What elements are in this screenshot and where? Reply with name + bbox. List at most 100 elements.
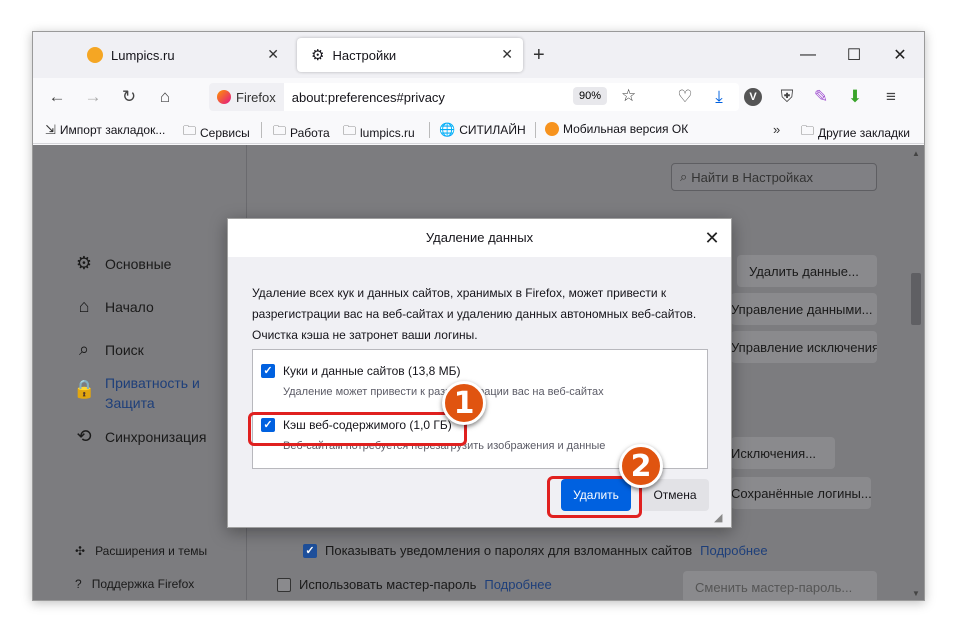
folder-icon: 🗀: [183, 123, 197, 138]
puzzle-icon: ✣: [75, 544, 86, 558]
sidebar-item-label: Синхронизация: [105, 428, 207, 445]
learn-more-link[interactable]: Подробнее: [484, 577, 551, 592]
maximize-icon[interactable]: ☐: [831, 42, 877, 68]
tab-lumpics[interactable]: Lumpics.ru ✕: [73, 38, 289, 72]
button-label: Отмена: [653, 488, 697, 502]
bookmark-citilink[interactable]: 🌐 СИТИЛАЙН: [439, 122, 526, 138]
cookies-option[interactable]: ✓ Куки и данные сайтов (13,8 МБ): [261, 364, 461, 378]
bookmark-folder-services[interactable]: 🗀 Сервисы: [183, 122, 250, 144]
menu-icon[interactable]: ≡: [877, 84, 905, 110]
sidebar-item-label: Расширения и темы: [95, 544, 208, 558]
sidebar-item-label: Защита: [105, 395, 155, 411]
description-line: разрегистрации вас на веб-сайтах и удале…: [252, 307, 697, 321]
categories-sidebar: ⚙ Основные ⌂ Начало ⌕ Поиск 🔒 Приватность и…: [33, 145, 247, 600]
shield-extension-icon[interactable]: ⛨: [773, 84, 801, 110]
button-label: Исключения...: [731, 445, 817, 461]
checkbox-label: Использовать мастер-пароль: [299, 577, 477, 592]
manage-exceptions-button[interactable]: Управление исключениями...: [731, 331, 877, 363]
highlight-cache-option: [248, 412, 467, 446]
feather-extension-icon[interactable]: ✎: [807, 84, 835, 110]
home-icon[interactable]: ⌂: [151, 84, 179, 110]
bookmark-folder-lumpics[interactable]: 🗀 lumpics.ru: [343, 122, 415, 144]
bookmark-import[interactable]: ⇲ Импорт закладок...: [45, 122, 165, 138]
sidebar-item-label: Основные: [105, 255, 172, 272]
bookmark-folder-work[interactable]: 🗀 Работа: [273, 122, 330, 144]
lumpics-favicon-icon: [87, 47, 103, 63]
button-label: Удалить данные...: [749, 263, 859, 279]
bookmark-label: Мобильная версия ОК: [563, 122, 689, 136]
dialog-title: Удаление данных: [425, 230, 534, 245]
url-bar[interactable]: Firefox about:preferences#privacy 90% ☆: [209, 83, 739, 111]
option-label: Куки и данные сайтов (13,8 МБ): [283, 364, 461, 378]
close-tab-icon[interactable]: ✕: [501, 46, 513, 63]
bookmark-separator: [429, 122, 430, 138]
bookmark-folder-other[interactable]: 🗀 Другие закладки: [801, 122, 910, 144]
change-master-password-button[interactable]: Сменить мастер-пароль...: [683, 571, 877, 600]
scrollbar[interactable]: ▲ ▼: [908, 145, 924, 600]
back-arrow-icon[interactable]: ←: [43, 84, 71, 110]
bookmark-label: Импорт закладок...: [59, 123, 166, 137]
settings-search-input[interactable]: ⌕ Найти в Настройках: [671, 163, 877, 191]
bookmarks-overflow-icon[interactable]: »: [773, 122, 780, 137]
browser-window: Lumpics.ru ✕ ⚙ Настройки ✕ + — ☐ ✕ ← → ↻…: [32, 31, 925, 601]
download-icon[interactable]: ⤓: [705, 84, 733, 110]
sidebar-item-search[interactable]: ⌕ Поиск: [73, 339, 144, 360]
sidebar-item-support[interactable]: ? Поддержка Firefox: [75, 577, 194, 591]
tab-settings[interactable]: ⚙ Настройки ✕: [297, 38, 523, 72]
scroll-up-icon[interactable]: ▲: [912, 149, 920, 158]
breach-alerts-row[interactable]: ✓ Показывать уведомления о паролях для в…: [303, 543, 768, 558]
resize-grip-icon[interactable]: ◢: [714, 511, 722, 524]
bookmark-label: Работа: [290, 126, 330, 140]
minimize-icon[interactable]: —: [785, 42, 831, 68]
button-label: Сохранённые логины...: [731, 485, 871, 501]
sidebar-item-home[interactable]: ⌂ Начало: [73, 296, 154, 317]
sidebar-item-label: Приватность и: [105, 375, 200, 391]
search-placeholder: Найти в Настройках: [691, 169, 814, 185]
description-line: Очистка кэша не затронет ваши логины.: [252, 328, 478, 342]
button-label: Управление данными...: [731, 301, 873, 317]
learn-more-link[interactable]: Подробнее: [700, 543, 767, 558]
bookmark-ok-mobile[interactable]: Мобильная версия ОК: [545, 122, 688, 136]
reload-icon[interactable]: ↻: [115, 84, 143, 110]
checkbox-unchecked-icon[interactable]: [277, 577, 291, 592]
firefox-logo-icon: [217, 90, 231, 104]
bookmark-star-icon[interactable]: ☆: [621, 86, 636, 106]
tab-strip: Lumpics.ru ✕ ⚙ Настройки ✕ + — ☐ ✕: [33, 32, 924, 78]
folder-icon: 🗀: [801, 123, 815, 138]
sidebar-item-label: Поддержка Firefox: [91, 577, 195, 591]
sidebar-item-label: Начало: [105, 298, 154, 315]
dialog-close-icon[interactable]: ✕: [700, 227, 724, 249]
window-close-icon[interactable]: ✕: [877, 42, 923, 68]
sidebar-item-general[interactable]: ⚙ Основные: [73, 253, 172, 274]
checkbox-checked-icon[interactable]: ✓: [261, 364, 275, 378]
checkbox-label: Показывать уведомления о паролях для взл…: [325, 543, 693, 558]
button-label: Сменить мастер-пароль...: [695, 579, 853, 595]
forward-arrow-icon[interactable]: →: [79, 84, 107, 110]
bookmark-separator: [535, 122, 536, 138]
new-tab-icon[interactable]: +: [533, 44, 545, 67]
manage-data-button[interactable]: Управление данными...: [731, 293, 877, 325]
savefrom-extension-icon[interactable]: ⬇: [841, 84, 869, 110]
tab-title: Lumpics.ru: [111, 47, 175, 63]
sidebar-item-extensions[interactable]: ✣ Расширения и темы: [75, 544, 207, 558]
sidebar-item-sync[interactable]: ⟲ Синхронизация: [73, 426, 206, 447]
master-password-row[interactable]: Использовать мастер-пароль Подробнее: [277, 577, 552, 592]
close-tab-icon[interactable]: ✕: [267, 46, 279, 63]
folder-icon: 🗀: [343, 123, 357, 138]
scrollbar-thumb[interactable]: [911, 273, 921, 325]
pocket-icon[interactable]: ♡: [671, 84, 699, 110]
vivaldi-extension-icon[interactable]: V: [739, 84, 767, 110]
help-icon: ?: [75, 577, 82, 591]
sidebar-item-privacy[interactable]: 🔒 Приватность и Защита: [73, 373, 200, 413]
folder-icon: 🗀: [273, 123, 287, 138]
bookmark-label: СИТИЛАЙН: [459, 123, 526, 137]
exceptions-button[interactable]: Исключения...: [731, 437, 835, 469]
clear-data-button[interactable]: Удалить данные...: [737, 255, 877, 287]
zoom-badge[interactable]: 90%: [573, 87, 608, 105]
scroll-down-icon[interactable]: ▼: [912, 589, 920, 598]
checkbox-checked-icon[interactable]: ✓: [303, 543, 317, 558]
import-icon: ⇲: [45, 122, 56, 137]
bookmark-separator: [261, 122, 262, 138]
saved-logins-button[interactable]: Сохранённые логины...: [731, 477, 871, 509]
search-icon: ⌕: [680, 169, 688, 184]
